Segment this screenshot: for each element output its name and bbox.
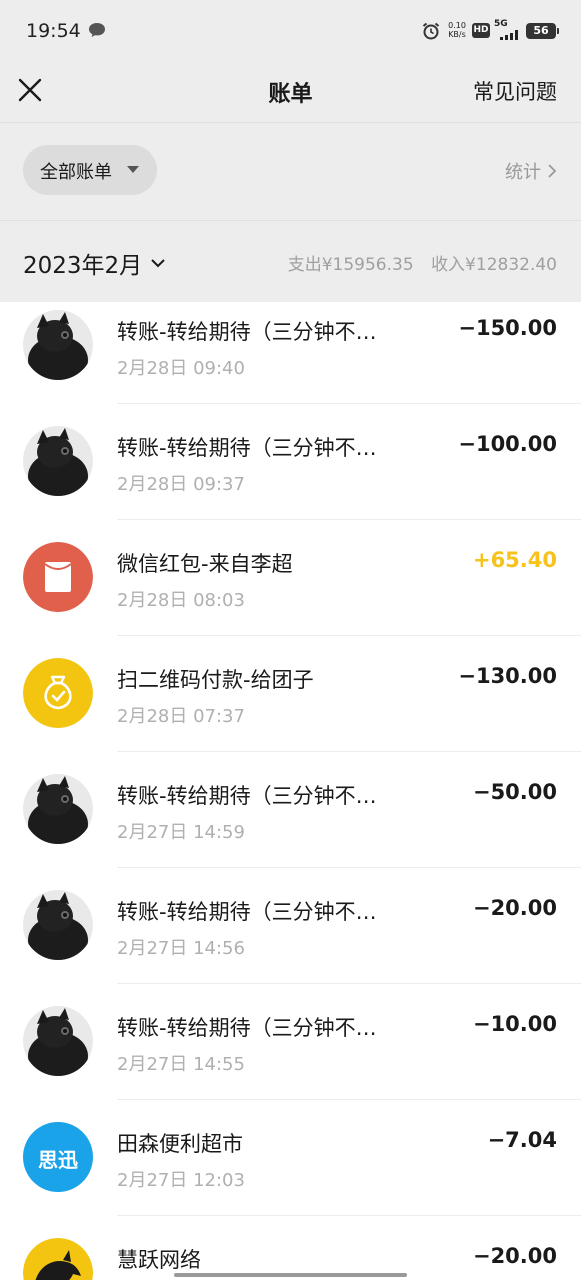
caret-down-icon bbox=[127, 166, 139, 173]
transaction-time: 2月27日 14:55 bbox=[117, 1054, 245, 1075]
dog-avatar bbox=[23, 310, 93, 380]
dragon-logo bbox=[23, 1238, 93, 1280]
transaction-title: 转账-转给期待（三分钟不… bbox=[117, 320, 377, 344]
transaction-title: 转账-转给期待（三分钟不… bbox=[117, 784, 377, 808]
month-totals: 支出¥15956.35 收入¥12832.40 bbox=[288, 250, 557, 275]
stats-label: 统计 bbox=[505, 162, 541, 183]
transaction-amount: −130.00 bbox=[458, 664, 557, 688]
dog-avatar bbox=[23, 1006, 93, 1076]
dog-avatar bbox=[23, 426, 93, 496]
transaction-row[interactable]: 转账-转给期待（三分钟不… 2月27日 14:55 −10.00 bbox=[0, 984, 581, 1100]
transaction-title: 扫二维码付款-给团子 bbox=[117, 668, 314, 692]
transaction-time: 2月28日 09:37 bbox=[117, 474, 245, 495]
transaction-time: 2月28日 08:03 bbox=[117, 590, 245, 611]
month-selector[interactable]: 2023年2月 bbox=[23, 246, 166, 280]
transaction-amount: −20.00 bbox=[472, 896, 557, 920]
signal-icon: 5G bbox=[494, 19, 522, 40]
red-packet-icon bbox=[23, 542, 93, 612]
chat-bubble-icon bbox=[89, 23, 105, 37]
status-bar: 19:54 0.10 KB/s HD 5G 56 bbox=[0, 0, 581, 62]
home-indicator[interactable] bbox=[174, 1273, 407, 1277]
transaction-title: 慧跃网络 bbox=[117, 1248, 201, 1272]
sixun-logo-text: 思迅 bbox=[38, 1148, 78, 1172]
faq-button[interactable]: 常见问题 bbox=[473, 76, 557, 106]
stats-button[interactable]: 统计 bbox=[505, 158, 557, 184]
transaction-time: 2月28日 07:37 bbox=[117, 706, 245, 727]
divider bbox=[0, 122, 581, 123]
income-total: 收入¥12832.40 bbox=[431, 255, 557, 275]
transaction-amount: −10.00 bbox=[472, 1012, 557, 1036]
transaction-amount: −50.00 bbox=[472, 780, 557, 804]
month-label: 2023年2月 bbox=[23, 253, 143, 279]
transaction-row[interactable]: 思迅 田森便利超市 2月27日 12:03 −7.04 bbox=[0, 1100, 581, 1216]
alarm-icon bbox=[422, 22, 440, 40]
transaction-row[interactable]: 转账-转给期待（三分钟不… 2月28日 09:40 −150.00 bbox=[0, 302, 581, 404]
network-speed-value: 0.10 bbox=[448, 21, 466, 30]
nav-bar: 账单 常见问题 bbox=[0, 62, 581, 122]
money-bag-icon bbox=[23, 658, 93, 728]
chevron-right-icon bbox=[548, 164, 557, 178]
battery-icon: 56 bbox=[526, 23, 559, 39]
expense-total: 支出¥15956.35 bbox=[287, 255, 414, 275]
transaction-row[interactable]: 转账-转给期待（三分钟不… 2月28日 09:37 −100.00 bbox=[0, 404, 581, 520]
transaction-row[interactable]: 慧跃网络 −20.00 bbox=[0, 1216, 581, 1280]
transaction-title: 转账-转给期待（三分钟不… bbox=[117, 900, 377, 924]
divider bbox=[0, 220, 581, 221]
signal-bars bbox=[500, 30, 518, 40]
bill-filter-dropdown[interactable]: 全部账单 bbox=[23, 145, 157, 195]
transaction-time: 2月27日 12:03 bbox=[117, 1170, 245, 1191]
transaction-amount: −20.00 bbox=[472, 1244, 557, 1268]
network-speed: 0.10 KB/s bbox=[446, 21, 468, 39]
transaction-title: 微信红包-来自李超 bbox=[117, 552, 293, 576]
transaction-row[interactable]: 转账-转给期待（三分钟不… 2月27日 14:56 −20.00 bbox=[0, 868, 581, 984]
network-type: 5G bbox=[494, 19, 508, 29]
transaction-title: 田森便利超市 bbox=[117, 1132, 243, 1156]
transaction-row[interactable]: 微信红包-来自李超 2月28日 08:03 +65.40 bbox=[0, 520, 581, 636]
transaction-time: 2月28日 09:40 bbox=[117, 358, 245, 379]
hd-badge: HD bbox=[472, 23, 490, 38]
network-speed-unit: KB/s bbox=[448, 30, 466, 39]
transaction-title: 转账-转给期待（三分钟不… bbox=[117, 436, 377, 460]
transaction-time: 2月27日 14:56 bbox=[117, 938, 245, 959]
transaction-amount: −100.00 bbox=[458, 432, 557, 456]
chevron-down-icon bbox=[151, 259, 165, 268]
transaction-amount: +65.40 bbox=[472, 548, 557, 572]
filter-label: 全部账单 bbox=[40, 162, 112, 183]
dog-avatar bbox=[23, 890, 93, 960]
status-time: 19:54 bbox=[26, 20, 81, 42]
dog-avatar bbox=[23, 774, 93, 844]
transaction-list: 转账-转给期待（三分钟不… 2月28日 09:40 −150.00 转账-转给期… bbox=[0, 302, 581, 1280]
transaction-row[interactable]: 转账-转给期待（三分钟不… 2月27日 14:59 −50.00 bbox=[0, 752, 581, 868]
transaction-amount: −150.00 bbox=[458, 316, 557, 340]
transaction-time: 2月27日 14:59 bbox=[117, 822, 245, 843]
transaction-row[interactable]: 扫二维码付款-给团子 2月28日 07:37 −130.00 bbox=[0, 636, 581, 752]
transaction-amount: −7.04 bbox=[487, 1128, 557, 1152]
transaction-title: 转账-转给期待（三分钟不… bbox=[117, 1016, 377, 1040]
sixun-logo: 思迅 bbox=[23, 1122, 93, 1192]
